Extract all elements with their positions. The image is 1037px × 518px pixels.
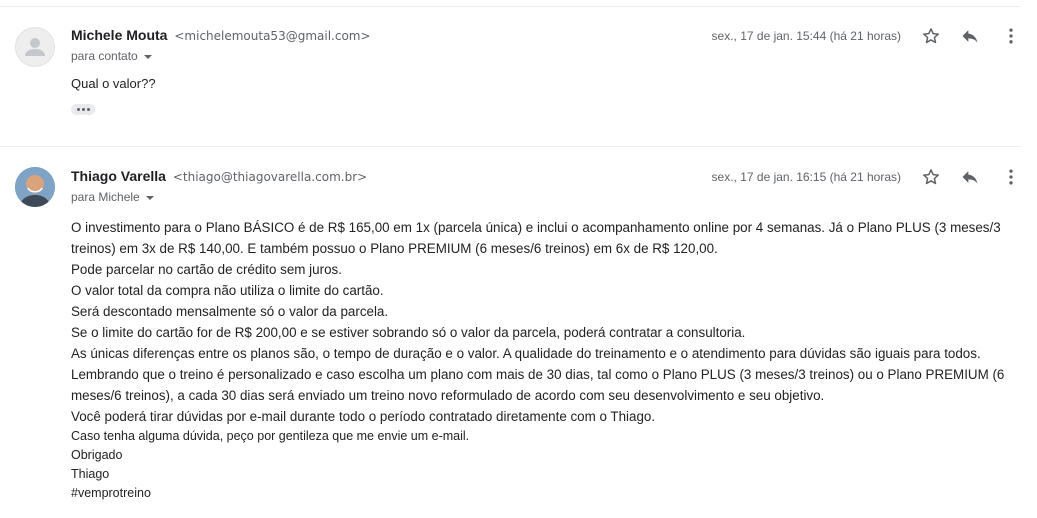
sender-line: Michele Mouta <michelemouta53@gmail.com> <box>71 27 371 43</box>
sender-avatar-photo[interactable] <box>15 167 55 207</box>
sender-name[interactable]: Michele Mouta <box>71 27 167 43</box>
sender-line: Thiago Varella <thiago@thiagovarella.com… <box>71 168 367 184</box>
reply-icon <box>962 171 978 184</box>
signature-line: Thiago <box>71 467 110 481</box>
reply-button[interactable] <box>958 165 982 189</box>
message-body: O investimento para o Plano BÁSICO é de … <box>71 217 1016 503</box>
message-date: sex., 17 de jan. 16:15 (há 21 horas) <box>711 170 901 184</box>
star-icon <box>923 28 939 44</box>
more-vert-icon <box>1009 169 1013 185</box>
profile-photo-icon <box>15 167 55 207</box>
star-button[interactable] <box>919 165 943 189</box>
message-body: Qual o valor?? <box>71 76 156 91</box>
body-paragraph: Se o limite do cartão for de R$ 200,00 e… <box>71 325 746 340</box>
ellipsis-icon <box>76 108 80 111</box>
star-button[interactable] <box>919 24 943 48</box>
message-date: sex., 17 de jan. 15:44 (há 21 horas) <box>711 29 901 43</box>
body-paragraph: Pode parcelar no cartão de crédito sem j… <box>71 262 342 277</box>
sender-avatar[interactable] <box>15 27 55 67</box>
body-paragraph: Será descontado mensalmente só o valor d… <box>71 304 389 319</box>
more-vert-icon <box>1009 28 1013 44</box>
body-paragraph: Você poderá tirar dúvidas por e-mail dur… <box>71 409 656 424</box>
show-trimmed-content-button[interactable] <box>71 104 95 115</box>
more-options-button[interactable] <box>999 165 1023 189</box>
signature-line: Caso tenha alguma dúvida, peço por genti… <box>71 429 470 443</box>
recipient-dropdown[interactable]: para contato <box>71 49 152 63</box>
body-paragraph: As únicas diferenças entre os planos são… <box>71 346 1005 403</box>
email-message-1: Michele Mouta <michelemouta53@gmail.com>… <box>0 0 1037 146</box>
recipient-label: para contato <box>71 49 138 63</box>
more-options-button[interactable] <box>999 24 1023 48</box>
sender-name[interactable]: Thiago Varella <box>71 168 166 184</box>
reply-button[interactable] <box>958 24 982 48</box>
signature-line: Obrigado <box>71 448 123 462</box>
email-message-2: Thiago Varella <thiago@thiagovarella.com… <box>0 147 1037 518</box>
recipient-label: para Michele <box>71 190 140 204</box>
signature-line: #vemprotreino <box>71 486 151 500</box>
chevron-down-icon <box>145 195 154 200</box>
body-paragraph: O valor total da compra não utiliza o li… <box>71 283 384 298</box>
reply-icon <box>962 30 978 43</box>
recipient-dropdown[interactable]: para Michele <box>71 190 154 204</box>
sender-email: <michelemouta53@gmail.com> <box>174 29 371 43</box>
sender-email: <thiago@thiagovarella.com.br> <box>172 170 368 184</box>
body-paragraph: O investimento para o Plano BÁSICO é de … <box>71 220 1001 256</box>
person-icon <box>25 38 45 56</box>
chevron-down-icon <box>143 54 152 59</box>
star-icon <box>923 169 939 185</box>
